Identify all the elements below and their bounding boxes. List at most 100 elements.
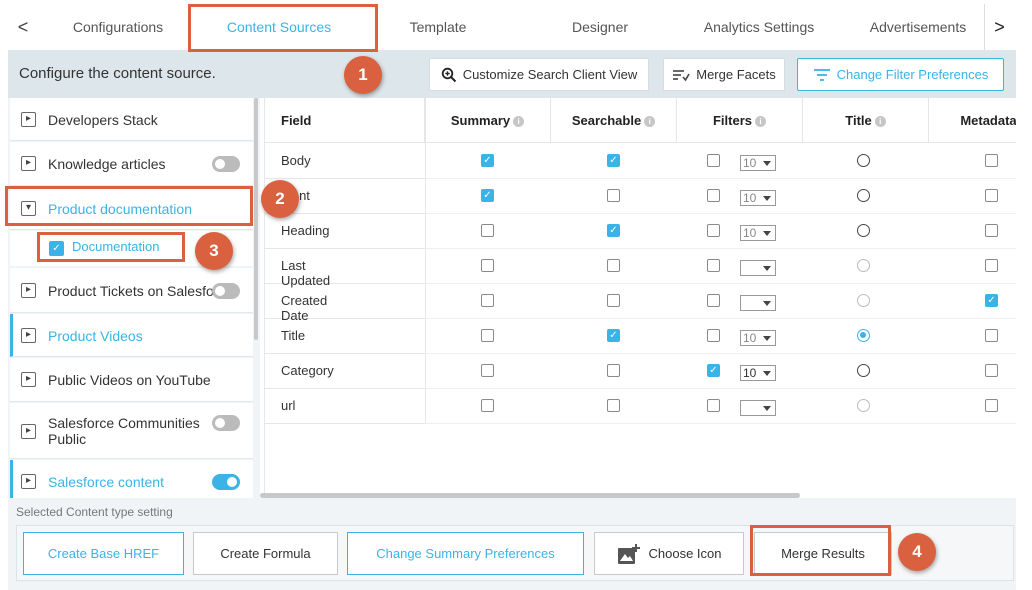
metadata-checkbox[interactable] xyxy=(985,153,998,167)
column-header-filters: Filters i xyxy=(677,98,803,143)
annotation-badge-4: 4 xyxy=(898,533,936,571)
tab-analytics-settings[interactable]: Analytics Settings xyxy=(684,4,834,50)
column-header-label: Filters xyxy=(712,113,752,128)
merge-facets-button[interactable]: Merge Facets xyxy=(663,58,785,91)
sidebar-item-salesforce-communities-public[interactable]: ▸ Salesforce Communities Public xyxy=(10,403,253,459)
filter-count-select[interactable] xyxy=(740,399,776,416)
summary-checkbox[interactable] xyxy=(481,328,494,342)
filter-checkbox[interactable] xyxy=(707,293,720,307)
summary-checkbox[interactable] xyxy=(481,363,494,377)
tab-template[interactable]: Template xyxy=(368,4,508,50)
searchable-checkbox[interactable] xyxy=(607,398,620,412)
title-radio[interactable] xyxy=(857,188,870,202)
salesforce-content-toggle[interactable] xyxy=(212,474,240,490)
filter-checkbox[interactable] xyxy=(707,188,720,202)
title-radio[interactable] xyxy=(857,153,870,167)
tab-designer[interactable]: Designer xyxy=(530,4,670,50)
sidebar-item-product-tickets[interactable]: ▸ Product Tickets on Salesfo xyxy=(10,268,253,313)
change-filter-preferences-button[interactable]: Change Filter Preferences xyxy=(797,58,1004,91)
change-summary-preferences-button[interactable]: Change Summary Preferences xyxy=(347,532,584,575)
title-radio[interactable] xyxy=(857,398,870,412)
searchable-checkbox[interactable]: ✓ xyxy=(607,328,620,342)
expand-icon[interactable]: ▸ xyxy=(21,424,36,439)
metadata-checkbox[interactable] xyxy=(985,258,998,272)
summary-checkbox[interactable] xyxy=(481,223,494,237)
summary-checkbox[interactable] xyxy=(481,398,494,412)
knowledge-articles-toggle[interactable] xyxy=(212,156,240,172)
field-name: Last Updated xyxy=(281,257,331,288)
expand-icon[interactable]: ▸ xyxy=(21,156,36,171)
searchable-checkbox[interactable]: ✓ xyxy=(607,153,620,167)
info-icon[interactable]: i xyxy=(644,116,656,127)
searchable-checkbox[interactable] xyxy=(607,188,620,202)
summary-checkbox[interactable] xyxy=(481,293,494,307)
field-name: Title xyxy=(281,327,306,343)
sidebar-item-salesforce-content[interactable]: ▸ Salesforce content xyxy=(10,460,253,498)
filter-count-select[interactable]: 10 xyxy=(740,329,776,346)
searchable-checkbox[interactable] xyxy=(607,363,620,377)
filter-count-select[interactable] xyxy=(740,294,776,311)
filter-checkbox[interactable] xyxy=(707,328,720,342)
searchable-checkbox[interactable] xyxy=(607,293,620,307)
customize-search-client-view-button[interactable]: Customize Search Client View xyxy=(429,58,649,91)
tab-configurations[interactable]: Configurations xyxy=(48,4,188,50)
field-name: Created Date xyxy=(281,292,328,323)
salesforce-communities-toggle[interactable] xyxy=(212,415,240,431)
filter-count-select[interactable]: 10 xyxy=(740,364,776,381)
filter-checkbox[interactable] xyxy=(707,223,720,237)
title-radio[interactable] xyxy=(857,363,870,377)
expand-icon[interactable]: ▸ xyxy=(21,372,36,387)
sidebar-scrollbar[interactable] xyxy=(254,98,258,340)
metadata-checkbox[interactable] xyxy=(985,188,998,202)
summary-checkbox[interactable] xyxy=(481,258,494,272)
tab-scroll-left-icon[interactable]: < xyxy=(8,4,38,50)
searchable-checkbox[interactable] xyxy=(607,258,620,272)
filter-count-select[interactable] xyxy=(740,259,776,276)
sidebar-item-label: Product Tickets on Salesfo xyxy=(48,283,214,299)
filter-checkbox[interactable]: ✓ xyxy=(707,363,720,377)
title-radio[interactable] xyxy=(857,223,870,237)
expand-icon[interactable]: ▸ xyxy=(21,328,36,343)
title-radio[interactable] xyxy=(857,328,870,342)
field-name: Category xyxy=(281,362,334,378)
filter-count-select[interactable]: 10 xyxy=(740,224,776,241)
choose-icon-label: Choose Icon xyxy=(648,546,722,561)
metadata-checkbox[interactable] xyxy=(985,363,998,377)
sidebar-item-knowledge-articles[interactable]: ▸ Knowledge articles xyxy=(10,142,253,186)
info-icon[interactable]: i xyxy=(874,116,886,127)
tab-scroll-right-icon[interactable]: > xyxy=(984,4,1014,50)
create-base-href-button[interactable]: Create Base HREF xyxy=(23,532,184,575)
title-radio[interactable] xyxy=(857,293,870,307)
choose-icon-button[interactable]: Choose Icon xyxy=(594,532,744,575)
tab-advertisements[interactable]: Advertisements xyxy=(848,4,988,50)
metadata-checkbox[interactable] xyxy=(985,223,998,237)
tab-bar: < Configurations Content Sources Templat… xyxy=(8,4,1016,50)
sidebar-item-product-videos[interactable]: ▸ Product Videos xyxy=(10,314,253,357)
filter-checkbox[interactable] xyxy=(707,258,720,272)
expand-icon[interactable]: ▸ xyxy=(21,474,36,489)
info-icon[interactable]: i xyxy=(513,116,525,127)
filter-checkbox[interactable] xyxy=(707,153,720,167)
searchable-checkbox[interactable]: ✓ xyxy=(607,223,620,237)
expand-icon[interactable]: ▸ xyxy=(21,112,36,127)
sidebar-item-label: Knowledge articles xyxy=(48,156,166,172)
product-tickets-toggle[interactable] xyxy=(212,283,240,299)
metadata-checkbox[interactable]: ✓ xyxy=(985,293,998,307)
metadata-checkbox[interactable] xyxy=(985,328,998,342)
expand-icon[interactable]: ▸ xyxy=(21,283,36,298)
summary-checkbox[interactable]: ✓ xyxy=(481,188,494,202)
title-radio[interactable] xyxy=(857,258,870,272)
filter-count-select[interactable]: 10 xyxy=(740,154,776,171)
metadata-checkbox[interactable] xyxy=(985,398,998,412)
merge-facets-label: Merge Facets xyxy=(696,67,776,82)
content-type-settings-label: Selected Content type setting xyxy=(16,505,173,519)
info-icon[interactable]: i xyxy=(755,116,766,127)
sidebar-item-public-videos-youtube[interactable]: ▸ Public Videos on YouTube xyxy=(10,358,253,402)
filter-count-select[interactable]: 10 xyxy=(740,189,776,206)
summary-checkbox[interactable]: ✓ xyxy=(481,153,494,167)
create-formula-button[interactable]: Create Formula xyxy=(193,532,338,575)
row-divider xyxy=(425,388,1016,389)
annotation-highlight-content-sources xyxy=(188,4,378,52)
filter-checkbox[interactable] xyxy=(707,398,720,412)
sidebar-item-developers-stack[interactable]: ▸ Developers Stack xyxy=(10,98,253,141)
